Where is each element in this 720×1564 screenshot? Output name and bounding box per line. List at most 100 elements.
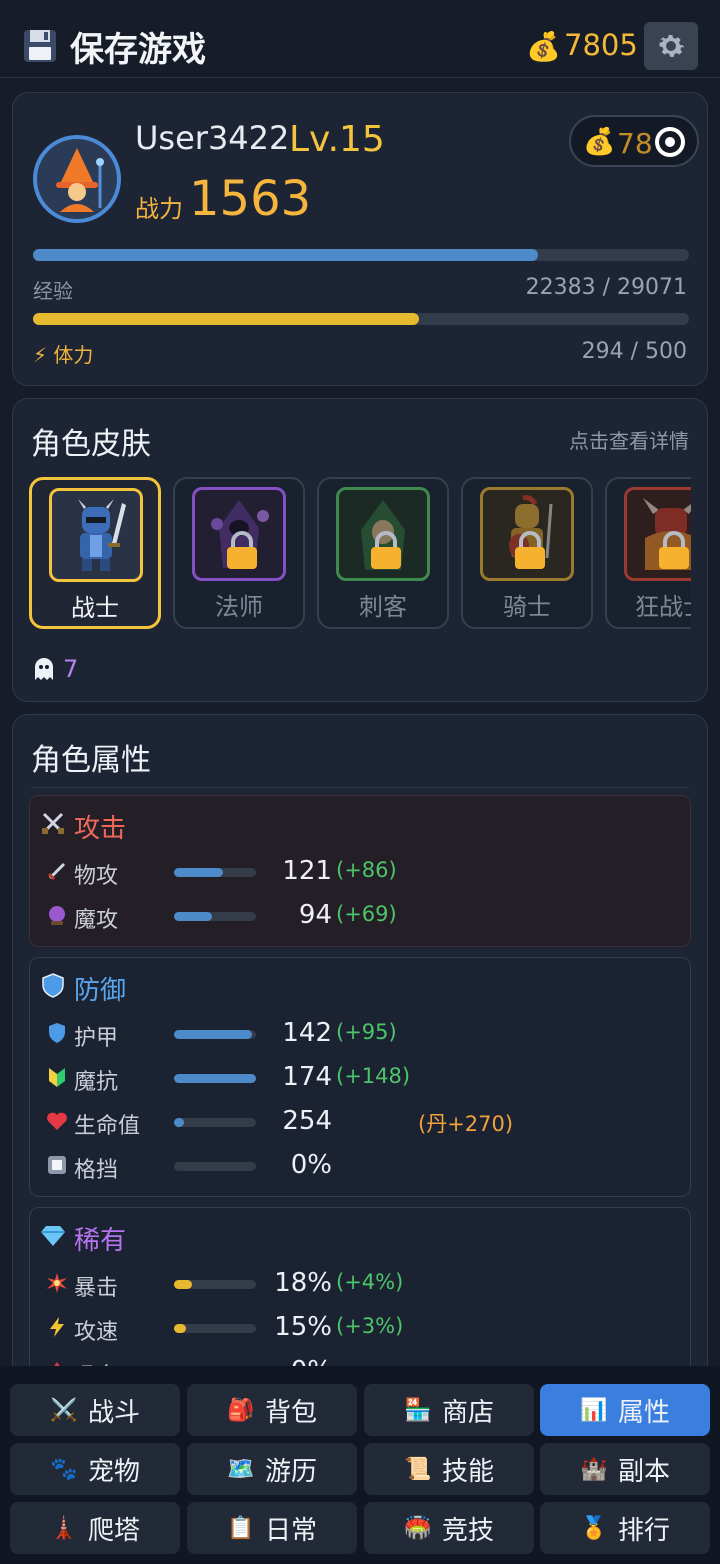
beginner-badge-icon [46, 1066, 68, 1088]
avatar[interactable] [33, 135, 121, 223]
stat-name: 格挡 [74, 1158, 119, 1183]
nav-ranking[interactable]: 🏅 排行 [540, 1502, 710, 1554]
bottom-nav: ⚔️ 战斗 🎒 背包 🏪 商店 📊 属性 🐾 宠物 🗺️ 游历 📜 技能 🏰 副本 🗼 爬塔 📋 日… [0, 1366, 720, 1564]
defense-group-title: 防御 [74, 976, 127, 1006]
stat-value: 15% [274, 1312, 332, 1342]
tower-icon: 🗼 [50, 1515, 78, 1541]
nav-travel[interactable]: 🗺️ 游历 [187, 1443, 357, 1495]
stat-bonus: (+148) [336, 1064, 411, 1088]
stat-bar-fill [174, 1030, 252, 1039]
currency-pill[interactable]: 💰 78 [569, 115, 699, 167]
nav-label: 技能 [441, 1456, 494, 1487]
attack-group-title: 攻击 [74, 814, 127, 844]
skins-hint-link[interactable]: 点击查看详情 [569, 425, 689, 454]
gear-icon [659, 34, 685, 57]
nav-dungeon[interactable]: 🏰 副本 [540, 1443, 710, 1495]
skin-mage[interactable]: 法师 [173, 477, 305, 629]
stat-bar-fill [174, 868, 224, 877]
nav-label: 排行 [617, 1515, 670, 1546]
settings-button[interactable] [644, 22, 698, 70]
backpack-icon: 🎒 [227, 1397, 255, 1423]
skin-warrior[interactable]: 战士 [29, 477, 161, 629]
stat-value: 18% [274, 1268, 332, 1298]
username: User3422 [135, 119, 290, 157]
stat-bar [174, 1030, 256, 1039]
stat-row: 格挡 0% [30, 1146, 690, 1186]
nav-attributes[interactable]: 📊 属性 [540, 1384, 710, 1436]
gold-amount: 7805 [564, 28, 638, 62]
stadium-icon: 🏟️ [404, 1515, 432, 1541]
shield-icon [42, 973, 64, 998]
nav-tower[interactable]: 🗼 爬塔 [10, 1502, 180, 1554]
stamina-bar-fill [33, 313, 419, 325]
nav-label: 属性 [617, 1397, 670, 1428]
stat-bar [174, 1118, 256, 1127]
nav-skills[interactable]: 📜 技能 [364, 1443, 534, 1495]
stat-bar [174, 1280, 256, 1289]
stat-bar-fill [174, 1074, 256, 1083]
money-bag-icon: 💰 [583, 127, 616, 157]
page-title: 保存游戏 [70, 30, 206, 70]
skin-name: 狂战士 [635, 593, 691, 621]
skins-card: 角色皮肤 点击查看详情 战士 法师 刺客 骑士 狂战 7 [12, 398, 708, 702]
nav-battle[interactable]: ⚔️ 战斗 [10, 1384, 180, 1436]
skin-knight-portrait [480, 487, 574, 581]
skin-knight[interactable]: 骑士 [461, 477, 593, 629]
lock-icon [515, 531, 545, 569]
skins-carousel[interactable]: 战士 法师 刺客 骑士 狂战 [29, 475, 691, 631]
defense-group: 防御 护甲 142 (+95) 魔抗 174 (+148) 生命值 254 (丹… [29, 957, 691, 1197]
stat-row: 暴击 18% (+4%) [30, 1264, 690, 1304]
lock-icon [371, 531, 401, 569]
ghost-count: 7 [63, 655, 79, 683]
ghost-counter: 7 [31, 655, 78, 683]
crystal-ball-icon [46, 904, 68, 926]
currency-pill-value: 78 [617, 127, 653, 160]
world-map-icon: 🗺️ [227, 1456, 255, 1482]
nav-shop[interactable]: 🏪 商店 [364, 1384, 534, 1436]
skin-berserker-portrait [624, 487, 691, 581]
bar-chart-icon: 📊 [580, 1397, 608, 1423]
stamina-value: 294 / 500 [581, 339, 687, 364]
gem-icon [41, 1226, 65, 1246]
knight-armor-icon [78, 499, 126, 571]
stat-row: 生命值 254 (丹+270) [30, 1102, 690, 1142]
paw-prints-icon: 🐾 [50, 1456, 78, 1482]
collision-icon [46, 1272, 68, 1294]
record-icon [655, 127, 685, 157]
stat-name: 攻速 [74, 1320, 119, 1345]
nav-daily[interactable]: 📋 日常 [187, 1502, 357, 1554]
skin-assassin[interactable]: 刺客 [317, 477, 449, 629]
stat-value: 142 [282, 1018, 332, 1048]
stat-name: 魔攻 [74, 908, 119, 933]
nav-label: 背包 [264, 1397, 317, 1428]
stat-value: 254 [282, 1106, 332, 1136]
power-value: 1563 [189, 171, 312, 227]
nav-label: 商店 [441, 1397, 494, 1428]
skin-name: 法师 [215, 593, 263, 621]
skin-name: 刺客 [359, 593, 407, 621]
attributes-card: 角色属性 攻击 物攻 121 (+86) 魔攻 94 (+69) 防御 护甲 1… [12, 714, 708, 1407]
stat-value: 94 [298, 900, 332, 930]
stamina-bar [33, 313, 689, 325]
skin-name: 战士 [71, 594, 119, 622]
heart-icon [46, 1110, 68, 1132]
nav-backpack[interactable]: 🎒 背包 [187, 1384, 357, 1436]
nav-pets[interactable]: 🐾 宠物 [10, 1443, 180, 1495]
stat-bar [174, 1162, 256, 1171]
stat-bar-fill [174, 912, 212, 921]
profile-card: User3422 Lv.15 战力 1563 💰 78 经验 22383 / 2… [12, 92, 708, 386]
stat-bar [174, 912, 256, 921]
stat-bonus: (+95) [336, 1020, 397, 1044]
lightning-icon [46, 1316, 68, 1338]
skin-berserker[interactable]: 狂战士 [605, 477, 691, 629]
stat-name: 魔抗 [74, 1070, 119, 1095]
nav-arena[interactable]: 🏟️ 竞技 [364, 1502, 534, 1554]
stat-value: 174 [282, 1062, 332, 1092]
money-bag-icon: 💰 [526, 30, 561, 63]
exp-bar-fill [33, 249, 539, 261]
skin-warrior-portrait [49, 488, 143, 582]
lock-icon [659, 531, 689, 569]
rare-group-title: 稀有 [74, 1226, 127, 1256]
shield-icon [46, 1022, 68, 1044]
stat-bar-fill [174, 1118, 184, 1127]
